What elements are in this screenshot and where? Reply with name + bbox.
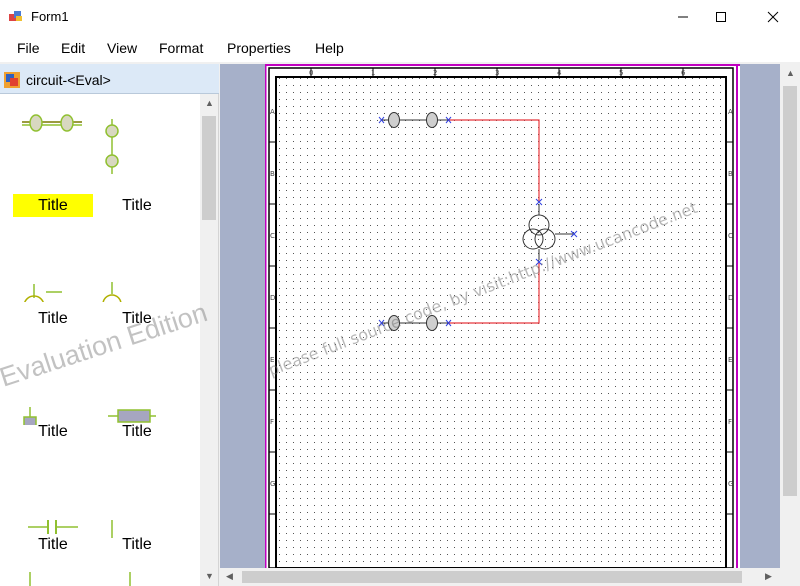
ruler-label-top: 3 <box>495 69 499 77</box>
app-window: Form1 File Edit View Format Properties H… <box>0 0 800 586</box>
palette-item-label: Title <box>122 197 152 214</box>
menu-format[interactable]: Format <box>159 40 203 56</box>
close-icon <box>767 11 779 23</box>
ruler-label-right: F <box>728 418 732 426</box>
menu-properties[interactable]: Properties <box>227 40 291 56</box>
title-bar: Form1 <box>0 0 800 34</box>
palette-item-label: Title <box>38 536 68 553</box>
palette-item-label: Title <box>10 194 96 217</box>
horizontal-capacitor-icon <box>28 520 78 534</box>
palette-item[interactable]: Title <box>10 109 96 217</box>
palette-item[interactable]: Title <box>10 448 96 553</box>
canvas-horizontal-scrollbar[interactable]: ◀ ▶ <box>220 568 800 586</box>
palette-item[interactable]: Title <box>10 222 96 327</box>
palette-icon <box>4 72 20 88</box>
ruler-label-left: F <box>270 418 274 426</box>
ruler-label-left: C <box>270 232 275 240</box>
scroll-up-icon[interactable]: ▲ <box>786 68 795 78</box>
ruler-label-right: C <box>728 232 733 240</box>
vertical-capacitor-icon <box>111 520 113 538</box>
ruler-label-right: G <box>728 480 733 488</box>
vertical-transformer-icon <box>102 282 122 302</box>
ruler-label-left: A <box>270 108 275 116</box>
scroll-right-icon[interactable]: ▶ <box>765 571 772 582</box>
palette-item[interactable]: Title <box>94 109 180 214</box>
drawing-canvas[interactable]: 0 1 2 3 4 5 6 A B C D E F G A B C D E F <box>220 64 780 568</box>
menu-help[interactable]: Help <box>315 40 344 56</box>
palette-title: circuit-<Eval> <box>26 72 111 88</box>
window-title: Form1 <box>31 9 69 24</box>
maximize-button[interactable] <box>698 0 744 34</box>
ruler-label-top: 6 <box>681 69 686 77</box>
scroll-down-icon[interactable]: ▼ <box>205 571 214 581</box>
horizontal-resistor-pair-icon <box>22 114 82 132</box>
ruler-label-top: 1 <box>371 69 375 77</box>
ruler-label-top: 5 <box>619 69 623 77</box>
ruler-label-top: 2 <box>433 69 437 77</box>
ruler-label-top: 0 <box>309 69 313 77</box>
ruler-label-right: D <box>728 294 733 302</box>
menu-view[interactable]: View <box>107 40 137 56</box>
ruler-label-right: A <box>728 108 733 116</box>
diagram-svg: 0 1 2 3 4 5 6 A B C D E F G A B C D E F <box>264 64 740 568</box>
three-winding-transformer-icon <box>24 284 62 302</box>
palette-item-label: Title <box>122 536 152 553</box>
menu-bar: File Edit View Format Properties Help <box>0 34 800 63</box>
maximize-icon <box>716 12 726 22</box>
menu-file[interactable]: File <box>17 40 40 56</box>
palette-item-label: Title <box>38 423 68 440</box>
palette-item[interactable]: Title <box>94 448 180 553</box>
ruler-label-top: 4 <box>557 69 562 77</box>
scroll-left-icon[interactable]: ◀ <box>226 571 233 582</box>
close-button[interactable] <box>750 0 796 34</box>
palette-scrollbar[interactable]: ▲ ▼ <box>200 94 218 586</box>
app-icon <box>9 11 22 21</box>
palette-header: circuit-<Eval> <box>0 64 219 94</box>
canvas-vertical-scrollbar[interactable]: ▲ <box>780 64 800 568</box>
canvas-vscroll-thumb[interactable] <box>783 86 797 496</box>
minimize-icon <box>678 16 688 18</box>
ruler-label-left: B <box>270 170 275 178</box>
symbol-palette: circuit-<Eval> Title Title Title Title T… <box>0 64 219 586</box>
palette-item-label: Title <box>122 423 152 440</box>
ruler-label-right: E <box>728 356 732 364</box>
scroll-up-icon[interactable]: ▲ <box>205 98 214 108</box>
ruler-label-left: D <box>270 294 275 302</box>
menu-edit[interactable]: Edit <box>61 40 85 56</box>
drawing-page[interactable]: 0 1 2 3 4 5 6 A B C D E F G A B C D E F <box>264 64 740 568</box>
vertical-resistor-pair-icon <box>105 119 119 174</box>
ruler-label-left: G <box>270 480 275 488</box>
ruler-label-right: B <box>728 170 733 178</box>
partial-palette-icon <box>29 572 131 586</box>
palette-scroll-thumb[interactable] <box>202 116 216 220</box>
canvas-hscroll-thumb[interactable] <box>242 571 742 583</box>
palette-item-label: Title <box>38 310 68 327</box>
